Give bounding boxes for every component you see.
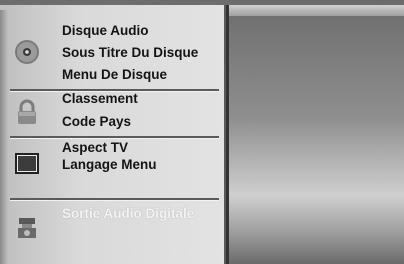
tv-screen-icon xyxy=(15,153,39,174)
group-divider xyxy=(10,198,219,201)
menu-item-menu-de-disque[interactable]: Menu De Disque xyxy=(62,65,167,85)
dvd-setup-screen: Disque Audio Sous Titre Du Disque Menu D… xyxy=(0,0,404,264)
preview-header-bar xyxy=(226,5,404,16)
speaker-audio-icon xyxy=(18,218,36,238)
padlock-icon xyxy=(18,99,36,124)
menu-item-sous-titre-du-disque[interactable]: Sous Titre Du Disque xyxy=(62,43,198,63)
display-settings-group: Aspect TV Langage Menu xyxy=(0,140,218,193)
disc-icon xyxy=(15,40,39,64)
menu-item-disque-audio[interactable]: Disque Audio xyxy=(62,21,149,41)
audio-settings-group: Sortie Audio Digitale xyxy=(0,205,218,253)
disc-settings-group: Disque Audio Sous Titre Du Disque Menu D… xyxy=(0,17,218,89)
setup-menu-panel: Disque Audio Sous Titre Du Disque Menu D… xyxy=(0,5,226,264)
menu-item-classement[interactable]: Classement xyxy=(62,89,138,109)
menu-item-code-pays[interactable]: Code Pays xyxy=(62,112,131,132)
parental-settings-group: Classement Code Pays xyxy=(0,91,218,137)
menu-item-sortie-audio-digitale: Sortie Audio Digitale xyxy=(62,206,195,221)
menu-item-langage-menu[interactable]: Langage Menu xyxy=(62,155,157,175)
